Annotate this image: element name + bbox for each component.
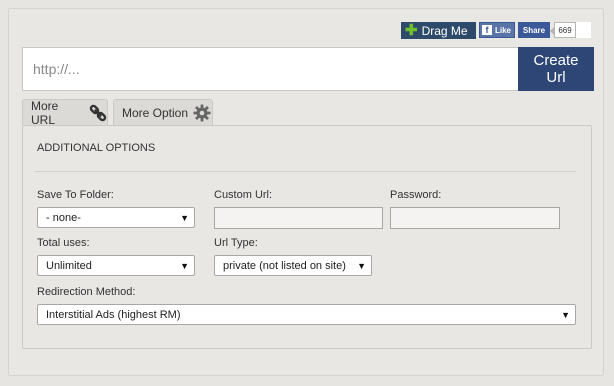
- dropdown-arrow-icon: ▼: [180, 213, 189, 223]
- password-label: Password:: [390, 189, 442, 201]
- url-type-select[interactable]: private (not listed on site) ▼: [214, 255, 372, 276]
- dropdown-arrow-icon: ▼: [180, 261, 189, 271]
- like-label: Like: [495, 25, 512, 35]
- url-type-label: Url Type:: [214, 237, 258, 249]
- redirection-select[interactable]: Interstitial Ads (highest RM) ▼: [37, 304, 576, 325]
- share-label: Share: [522, 25, 546, 35]
- plus-icon: ✚: [405, 22, 418, 39]
- url-input[interactable]: [22, 47, 519, 91]
- panel-title: ADDITIONAL OPTIONS: [37, 142, 156, 154]
- redirection-label: Redirection Method:: [37, 286, 136, 298]
- gear-icon: [193, 104, 211, 122]
- share-count: 669: [558, 25, 572, 35]
- drag-me-button[interactable]: ✚ Drag Me: [401, 22, 476, 39]
- save-folder-value: - none-: [46, 211, 81, 224]
- custom-url-label: Custom Url:: [214, 189, 273, 201]
- share-count-extension: [576, 22, 591, 38]
- facebook-share-button[interactable]: Share: [518, 22, 550, 38]
- total-uses-label: Total uses:: [37, 237, 90, 249]
- create-url-button[interactable]: Create Url: [518, 47, 594, 91]
- save-folder-label: Save To Folder:: [37, 189, 114, 201]
- dropdown-arrow-icon: ▼: [561, 310, 570, 320]
- save-folder-select[interactable]: - none- ▼: [37, 207, 195, 228]
- drag-me-label: Drag Me: [421, 23, 468, 38]
- tab-more-option[interactable]: More Option: [113, 99, 213, 125]
- facebook-icon: f: [482, 25, 492, 35]
- tab-more-option-label: More Option: [122, 105, 189, 120]
- redirection-value: Interstitial Ads (highest RM): [46, 308, 181, 321]
- total-uses-select[interactable]: Unlimited ▼: [37, 255, 195, 276]
- password-field[interactable]: [390, 207, 560, 229]
- dropdown-arrow-icon: ▼: [357, 261, 366, 271]
- custom-url-field[interactable]: [214, 207, 383, 229]
- divider: [35, 171, 576, 172]
- tab-more-url-label: More URL: [31, 98, 59, 127]
- share-count-badge: 669: [550, 22, 576, 38]
- total-uses-value: Unlimited: [46, 259, 92, 272]
- url-type-value: private (not listed on site): [223, 259, 346, 272]
- chain-link-icon: [89, 104, 107, 122]
- tab-more-url[interactable]: More URL: [22, 98, 108, 127]
- facebook-like-button[interactable]: f Like: [479, 22, 515, 38]
